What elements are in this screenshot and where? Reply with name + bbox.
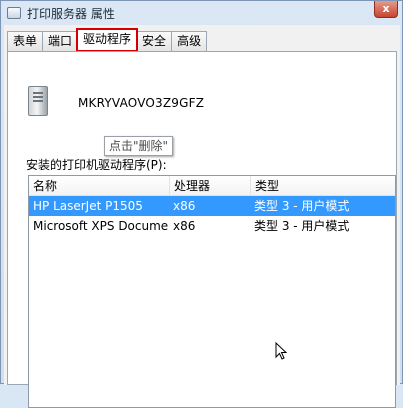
driver-name: HP LaserJet P1505: [33, 199, 143, 213]
mouse-cursor-icon: [275, 342, 287, 360]
driver-type: 类型 3 - 用户模式: [254, 199, 350, 213]
driver-row-xps[interactable]: Microsoft XPS Docume... x86 类型 3 - 用户模式: [29, 216, 395, 236]
server-name: MKRYVAOVO3Z9GFZ: [78, 96, 205, 110]
column-header-processor[interactable]: 处理器: [169, 176, 250, 196]
tab-advanced[interactable]: 高级: [171, 31, 208, 51]
title-bar[interactable]: 打印服务器 属性 x: [1, 1, 402, 25]
close-button[interactable]: x: [374, 1, 398, 18]
server-icon: [28, 86, 48, 116]
driver-processor: x86: [173, 219, 196, 233]
driver-type: 类型 3 - 用户模式: [254, 219, 350, 233]
tab-strip: 表单 端口 驱动程序 安全 高级: [7, 28, 208, 52]
drivers-panel: MKRYVAOVO3Z9GFZ 安装的打印机驱动程序(P): 点击"删除" 名称…: [7, 51, 397, 408]
tab-drivers[interactable]: 驱动程序: [76, 28, 139, 52]
drivers-list-label: 安装的打印机驱动程序(P):: [26, 158, 167, 172]
tab-security[interactable]: 安全: [136, 31, 173, 51]
dialog-content: 表单 端口 驱动程序 安全 高级 MKRYVAOVO3Z9GFZ 安装的打印机驱…: [4, 25, 400, 408]
driver-processor: x86: [173, 199, 196, 213]
delete-tooltip: 点击"删除": [104, 136, 174, 156]
driver-row-hp[interactable]: HP LaserJet P1505 x86 类型 3 - 用户模式: [29, 196, 395, 216]
properties-window: 打印服务器 属性 x 表单 端口 驱动程序 安全 高级 MKRYVAOVO3Z9…: [0, 0, 403, 408]
printer-icon: [7, 7, 21, 19]
tab-ports[interactable]: 端口: [42, 31, 79, 51]
driver-name: Microsoft XPS Docume...: [33, 219, 169, 233]
drivers-list[interactable]: 名称 处理器 类型 HP LaserJet P1505 x86 类型 3 - 用…: [28, 175, 396, 408]
window-title: 打印服务器 属性: [27, 6, 115, 21]
tab-forms[interactable]: 表单: [7, 31, 44, 51]
column-header-type[interactable]: 类型: [250, 176, 395, 196]
list-header: 名称 处理器 类型: [29, 176, 395, 196]
column-header-name[interactable]: 名称: [29, 176, 169, 196]
